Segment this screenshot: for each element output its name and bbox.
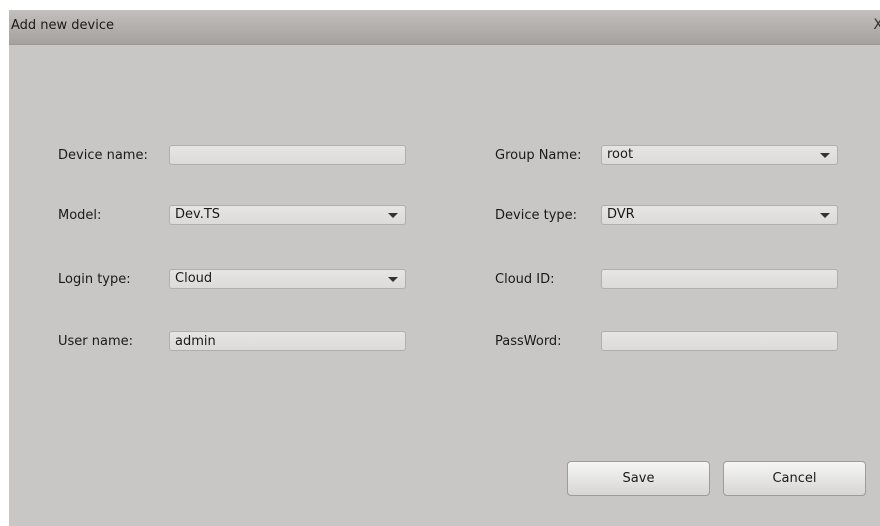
device-name-label: Device name: (58, 148, 148, 163)
dialog-titlebar[interactable]: Add new device X (9, 10, 880, 45)
chevron-down-icon (388, 277, 398, 282)
user-name-input[interactable] (169, 331, 406, 351)
add-device-dialog: Add new device X Device name: Model: Dev… (9, 10, 880, 526)
chevron-down-icon (820, 153, 830, 158)
cancel-button[interactable]: Cancel (723, 461, 866, 496)
login-type-select[interactable]: Cloud (169, 269, 406, 289)
device-type-select[interactable]: DVR (601, 205, 838, 225)
device-type-label: Device type: (495, 208, 578, 223)
login-type-label: Login type: (58, 272, 131, 287)
model-label: Model: (58, 208, 102, 223)
model-value: Dev.TS (175, 207, 221, 222)
dialog-title: Add new device (11, 18, 115, 33)
user-name-label: User name: (58, 334, 134, 349)
password-input[interactable] (601, 331, 838, 351)
model-select[interactable]: Dev.TS (169, 205, 406, 225)
device-type-value: DVR (607, 207, 635, 222)
device-name-input[interactable] (169, 145, 406, 165)
close-icon[interactable]: X (873, 17, 880, 33)
chevron-down-icon (388, 213, 398, 218)
chevron-down-icon (820, 213, 830, 218)
group-name-select[interactable]: root (601, 145, 838, 165)
cloud-id-input[interactable] (601, 269, 838, 289)
login-type-value: Cloud (175, 271, 213, 286)
save-button[interactable]: Save (567, 461, 710, 496)
group-name-value: root (607, 147, 634, 162)
password-label: PassWord: (495, 334, 562, 349)
group-name-label: Group Name: (495, 148, 582, 163)
cloud-id-label: Cloud ID: (495, 272, 555, 287)
